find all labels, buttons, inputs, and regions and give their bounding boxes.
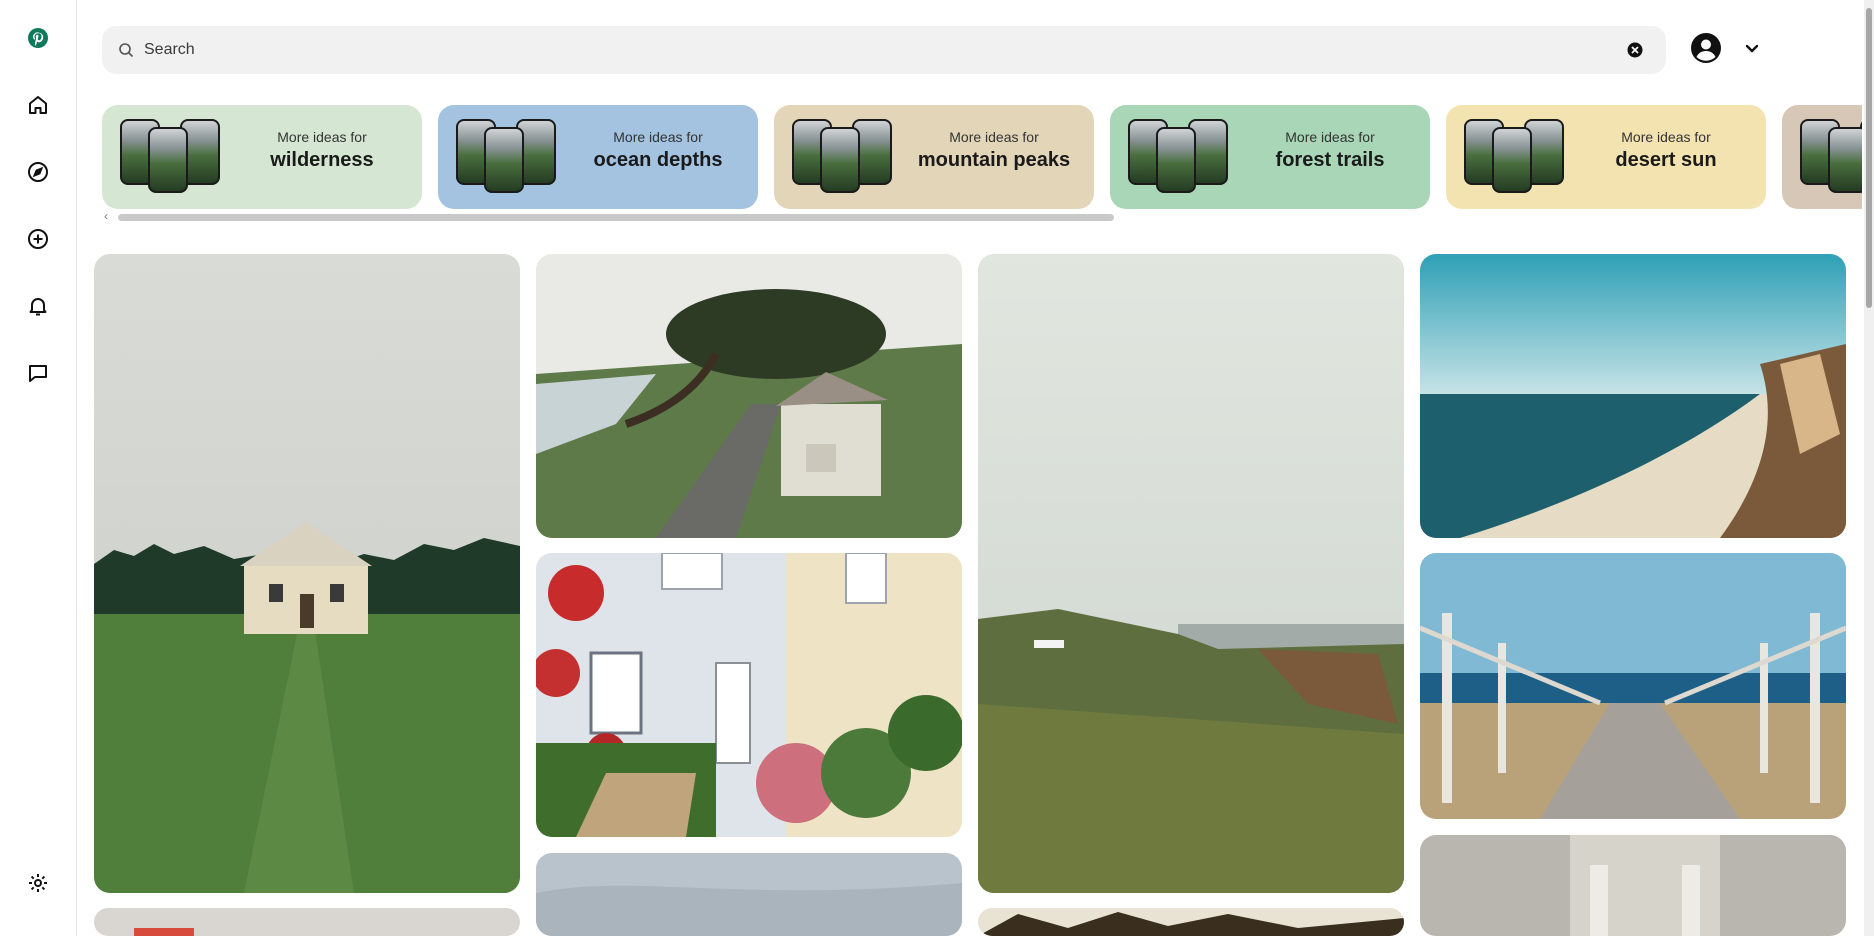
- idea-thumbnails: [456, 119, 558, 195]
- search-bar[interactable]: [102, 26, 1666, 74]
- pin-image[interactable]: [978, 254, 1404, 893]
- idea-card-prefix: More ideas for: [949, 129, 1039, 145]
- idea-thumbnails: [120, 119, 222, 195]
- pin-image[interactable]: [536, 254, 962, 538]
- pinterest-logo-icon[interactable]: [20, 20, 56, 56]
- chevron-down-icon[interactable]: [1742, 38, 1762, 58]
- plus-circle-icon[interactable]: [20, 221, 56, 257]
- scrollbar-thumb[interactable]: [1866, 8, 1872, 308]
- idea-thumbnails: [1464, 119, 1566, 195]
- idea-card[interactable]: [1782, 105, 1862, 209]
- idea-thumbnails: [1128, 119, 1230, 195]
- scroll-left-icon[interactable]: ‹: [104, 209, 108, 223]
- idea-card-topic: ocean depths: [593, 149, 723, 171]
- page-scrollbar[interactable]: [1864, 0, 1874, 936]
- pin-image[interactable]: [94, 908, 520, 936]
- idea-card-topic: wilderness: [270, 149, 374, 171]
- gear-icon[interactable]: [20, 865, 56, 901]
- more-ideas-carousel: More ideas for wilderness More ideas for o…: [102, 105, 1862, 211]
- home-icon[interactable]: [20, 87, 56, 123]
- idea-card[interactable]: More ideas for forest trails: [1110, 105, 1430, 209]
- pin-image[interactable]: [1420, 254, 1846, 538]
- idea-card-prefix: More ideas for: [613, 129, 703, 145]
- idea-card-prefix: More ideas for: [277, 129, 367, 145]
- idea-card[interactable]: More ideas for ocean depths: [438, 105, 758, 209]
- pin-image[interactable]: [978, 908, 1404, 936]
- clear-search-icon[interactable]: [1626, 41, 1644, 59]
- idea-thumbnails: [1800, 119, 1862, 195]
- left-navigation-rail: [0, 0, 77, 936]
- idea-card[interactable]: More ideas for desert sun: [1446, 105, 1766, 209]
- pin-image[interactable]: [94, 254, 520, 893]
- idea-card[interactable]: More ideas for wilderness: [102, 105, 422, 209]
- bell-icon[interactable]: [20, 288, 56, 324]
- idea-card-prefix: More ideas for: [1621, 129, 1711, 145]
- pin-image[interactable]: [1420, 835, 1846, 936]
- search-input[interactable]: [144, 26, 1584, 74]
- idea-card-topic: forest trails: [1275, 149, 1385, 171]
- scrollbar-thumb[interactable]: [118, 214, 1114, 221]
- idea-card-prefix: More ideas for: [1285, 129, 1375, 145]
- chat-icon[interactable]: [20, 355, 56, 391]
- pin-image[interactable]: [536, 553, 962, 837]
- idea-card-topic: desert sun: [1615, 149, 1717, 171]
- idea-card-topic: mountain peaks: [917, 149, 1071, 171]
- pin-image[interactable]: [536, 853, 962, 936]
- idea-card[interactable]: More ideas for mountain peaks: [774, 105, 1094, 209]
- avatar[interactable]: [1690, 32, 1722, 64]
- idea-thumbnails: [792, 119, 894, 195]
- carousel-scrollbar[interactable]: ‹: [102, 209, 1114, 223]
- search-icon: [119, 43, 134, 58]
- compass-icon[interactable]: [20, 154, 56, 190]
- pin-image[interactable]: [1420, 553, 1846, 819]
